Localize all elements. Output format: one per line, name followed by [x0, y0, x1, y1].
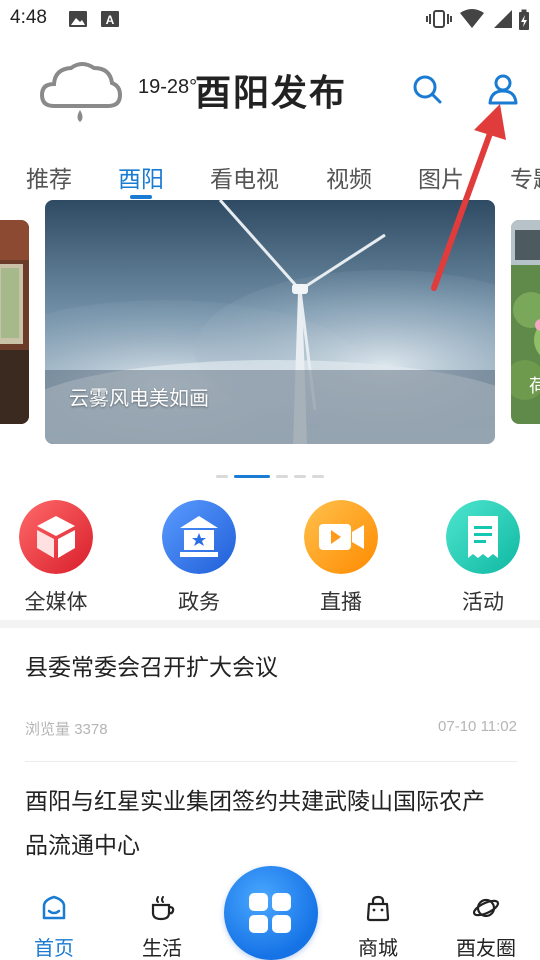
gallery-notification-icon	[69, 11, 87, 27]
nav-label: 首页	[34, 936, 74, 960]
banner-carousel[interactable]: 云雾风电美如画 荷	[0, 200, 540, 450]
bottom-navigation: 首页 生活 商城 酉友圈	[0, 866, 540, 960]
main-banner-card[interactable]: 云雾风电美如画	[45, 200, 495, 444]
carousel-dot	[294, 475, 306, 478]
carousel-indicator	[0, 470, 540, 482]
user-icon[interactable]	[486, 72, 520, 106]
news-title-line: 品流通中心	[25, 833, 140, 859]
tab-recommend[interactable]: 推荐	[26, 160, 72, 194]
carousel-dot	[312, 475, 324, 478]
tab-watch-tv[interactable]: 看电视	[210, 160, 279, 194]
news-views: 浏览量 3378	[25, 718, 108, 739]
quick-entry-grid: 全媒体 政务 直播 活动	[0, 496, 540, 616]
news-date: 07-10 11:02	[438, 718, 517, 735]
entry-live[interactable]: 直播	[291, 500, 391, 614]
carousel-dot	[276, 475, 288, 478]
search-icon[interactable]	[410, 72, 444, 106]
cell-signal-icon	[494, 10, 512, 28]
coffee-cup-icon	[151, 896, 175, 921]
wifi-icon	[460, 9, 484, 28]
temperature-range: 19-28°	[138, 76, 198, 98]
active-tab-indicator	[130, 195, 152, 199]
planet-icon	[472, 898, 500, 918]
receipt-icon	[446, 500, 520, 574]
status-time: 4:48	[10, 7, 47, 28]
tab-video[interactable]: 视频	[326, 160, 372, 194]
banner-caption: 云雾风电美如画	[69, 386, 209, 410]
entry-activity[interactable]: 活动	[433, 500, 533, 614]
brand-title: 酉阳发布	[195, 72, 348, 114]
nav-label: 酉友圈	[456, 936, 516, 960]
nav-life[interactable]: 生活	[122, 894, 202, 960]
views-label: 浏览量	[25, 721, 71, 738]
entry-label: 直播	[320, 590, 362, 614]
entry-label: 活动	[462, 590, 504, 614]
views-count: 3378	[74, 721, 108, 738]
nav-friends-circle[interactable]: 酉友圈	[446, 894, 526, 960]
nav-label: 生活	[142, 936, 182, 960]
home-icon	[42, 895, 66, 920]
section-divider	[0, 620, 540, 628]
next-banner-caption: 荷	[529, 376, 540, 397]
nav-label: 商城	[358, 936, 398, 960]
tab-youyang[interactable]: 酉阳	[118, 160, 164, 194]
previous-banner-image	[0, 220, 29, 424]
shopping-bag-icon	[366, 895, 390, 922]
news-separator	[25, 761, 517, 762]
government-icon	[162, 500, 236, 574]
carousel-dot-active	[234, 475, 270, 478]
entry-label: 政务	[178, 590, 220, 614]
nav-home[interactable]: 首页	[14, 894, 94, 960]
status-bar: 4:48 A	[0, 0, 540, 36]
apps-grid-icon	[249, 893, 291, 933]
entry-label: 全媒体	[24, 590, 88, 614]
text-notification-icon: A	[101, 11, 119, 27]
news-item[interactable]: 酉阳与红星实业集团签约共建武陵山国际农产 品流通中心	[25, 780, 517, 868]
rain-cloud-icon	[39, 62, 122, 122]
box-icon	[19, 500, 93, 574]
category-tabs: 推荐 酉阳 看电视 视频 图片 专题	[0, 150, 540, 200]
news-title-line: 酉阳与红星实业集团签约共建武陵山国际农产	[25, 789, 485, 815]
entry-all-media[interactable]: 全媒体	[6, 500, 106, 614]
carousel-dot	[216, 475, 228, 478]
app-root: 4:48 A 19-28° 酉阳发布 推荐 酉阳 看电视 视频 图片 专 云雾风…	[0, 0, 540, 960]
svg-text:A: A	[106, 13, 115, 27]
battery-charging-icon	[519, 9, 529, 30]
next-banner-card[interactable]: 荷	[511, 220, 540, 424]
tab-pictures[interactable]: 图片	[418, 160, 464, 194]
tab-topics[interactable]: 专题	[510, 160, 540, 194]
video-camera-icon	[304, 500, 378, 574]
vibrate-icon	[426, 10, 452, 28]
previous-banner-card[interactable]	[0, 220, 29, 424]
app-header: 19-28° 酉阳发布	[0, 36, 540, 146]
entry-government[interactable]: 政务	[149, 500, 249, 614]
nav-mall[interactable]: 商城	[338, 894, 418, 960]
center-apps-button[interactable]	[224, 866, 318, 960]
news-item[interactable]: 县委常委会召开扩大会议	[25, 646, 517, 690]
news-title: 县委常委会召开扩大会议	[25, 655, 278, 681]
